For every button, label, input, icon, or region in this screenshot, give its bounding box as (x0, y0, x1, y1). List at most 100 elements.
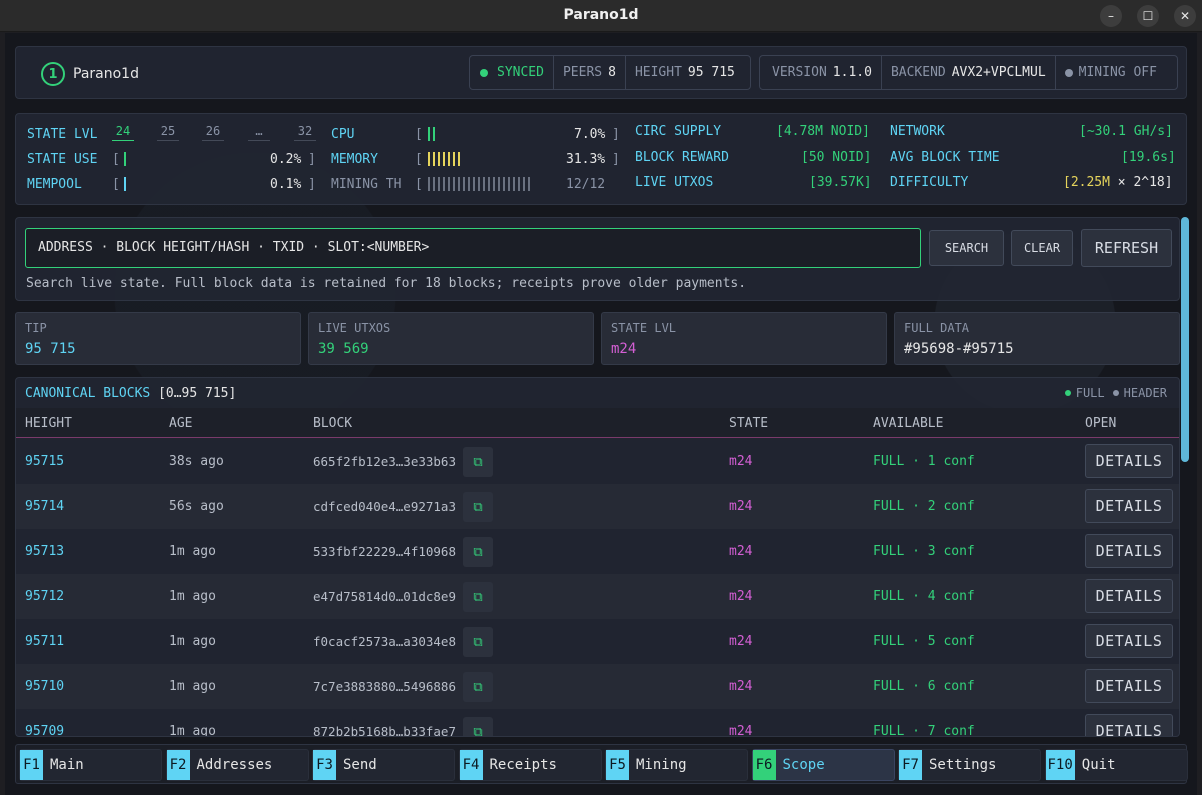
level-tab-25[interactable]: 25 (157, 124, 179, 141)
level-tab-32[interactable]: 32 (294, 124, 316, 141)
blocks-legend: FULL HEADER (1057, 386, 1167, 400)
brand: 1 Parano1d (41, 62, 139, 86)
stats-panel: STATE LVL 24 25 26 … 32 STATE USE [ 0.2%… (15, 113, 1187, 205)
search-input[interactable]: ADDRESS · BLOCK HEIGHT/HASH · TXID · SLO… (25, 228, 921, 268)
version-label: VERSION (772, 65, 827, 80)
minimize-icon[interactable]: – (1100, 5, 1122, 27)
app-header: 1 Parano1d SYNCED PEERS 8 HEIGHT 95 715 … (15, 46, 1187, 99)
table-row[interactable]: 95709 1m ago 872b2b5168b…b33fae7 m24 FULL · … (16, 709, 1179, 737)
col-height[interactable]: HEIGHT (25, 416, 72, 431)
state-use-bar (124, 152, 126, 168)
mining-th-value: 12/12 (566, 177, 606, 192)
col-available[interactable]: AVAILABLE (873, 416, 943, 431)
fkey-label: Scope (782, 757, 825, 773)
fkey-settings[interactable]: F7 Settings (898, 749, 1041, 781)
block-height[interactable]: 95711 (25, 634, 64, 649)
memory-value: 31.3% (566, 152, 606, 167)
maximize-icon[interactable]: ☐ (1137, 5, 1159, 27)
mining-dot-icon (1064, 68, 1073, 77)
circ-supply-value: [4.78M NOID] (776, 124, 870, 139)
fkey-addresses[interactable]: F2 Addresses (165, 749, 309, 781)
search-button[interactable]: SEARCH (929, 230, 1004, 266)
copy-hash-icon[interactable]: ⧉ (463, 627, 493, 657)
mempool-bracket-close: ] (308, 177, 316, 192)
fkey-label: Main (50, 757, 84, 773)
fkey-send[interactable]: F3 Send (312, 749, 455, 781)
mempool-bar (124, 177, 126, 193)
brand-name: Parano1d (73, 66, 139, 82)
live-utxos-tile: LIVE UTXOS 39 569 (308, 312, 594, 365)
level-tab-26[interactable]: 26 (202, 124, 224, 141)
block-height[interactable]: 95713 (25, 544, 64, 559)
table-row[interactable]: 95714 56s ago cdfced040e4…e9271a3 m24 FULL ·… (16, 484, 1179, 529)
refresh-button[interactable]: REFRESH (1081, 229, 1172, 267)
table-row[interactable]: 95712 1m ago e47d75814d0…01dc8e9 m24 FULL · … (16, 574, 1179, 619)
block-availability: FULL · 3 conf (873, 544, 975, 559)
peers-value: 8 (608, 65, 616, 80)
details-button[interactable]: DETAILS (1085, 669, 1173, 703)
block-height[interactable]: 95710 (25, 679, 64, 694)
block-hash: cdfced040e4…e9271a3 (313, 499, 456, 514)
fkey-receipts[interactable]: F4 Receipts (458, 749, 602, 781)
copy-hash-icon[interactable]: ⧉ (463, 492, 493, 522)
fkey-quit[interactable]: F10 Quit (1044, 749, 1188, 781)
mempool-bracket-open: [ (112, 177, 120, 192)
full-data-label: FULL DATA (904, 321, 970, 335)
block-hash: 533fbf22229…4f10968 (313, 544, 456, 559)
fkey-mining[interactable]: F5 Mining (605, 749, 748, 781)
tip-value: 95 715 (25, 341, 76, 357)
difficulty-value: [2.25M × 2^18] (1063, 175, 1173, 190)
fkey-main[interactable]: F1 Main (19, 749, 162, 781)
details-button[interactable]: DETAILS (1085, 534, 1173, 568)
scrollbar-thumb[interactable] (1181, 217, 1189, 462)
cpu-bracket-open: [ (415, 127, 423, 142)
header-dot-icon (1112, 390, 1119, 396)
mining-th-bracket-open: [ (415, 177, 423, 192)
close-icon[interactable]: ✕ (1174, 5, 1196, 27)
block-availability: FULL · 2 conf (873, 499, 975, 514)
details-button[interactable]: DETAILS (1085, 444, 1173, 478)
copy-hash-icon[interactable]: ⧉ (463, 672, 493, 702)
version-value: 1.1.0 (832, 65, 872, 80)
table-row[interactable]: 95710 1m ago 7c7e3883880…5496886 m24 FULL · … (16, 664, 1179, 709)
table-row[interactable]: 95713 1m ago 533fbf22229…4f10968 m24 FULL · … (16, 529, 1179, 574)
block-age: 1m ago (169, 589, 216, 604)
fkey-code: F1 (20, 750, 43, 780)
block-height[interactable]: 95715 (25, 454, 64, 469)
col-age[interactable]: AGE (169, 416, 192, 431)
fkey-label: Quit (1081, 757, 1116, 773)
fkey-label: Settings (929, 757, 997, 773)
block-availability: FULL · 7 conf (873, 724, 975, 737)
fkey-code: F6 (752, 750, 776, 780)
block-height[interactable]: 95709 (25, 724, 64, 736)
block-height[interactable]: 95714 (25, 499, 64, 514)
fkey-scope[interactable]: F6 Scope (751, 749, 895, 781)
legend-header: HEADER (1123, 386, 1167, 400)
details-button[interactable]: DETAILS (1085, 489, 1173, 523)
memory-bracket-close: ] (612, 152, 620, 167)
network-label: NETWORK (890, 124, 945, 139)
search-panel: ADDRESS · BLOCK HEIGHT/HASH · TXID · SLO… (15, 217, 1180, 301)
mining-th-label: MINING TH (331, 177, 402, 192)
block-state: m24 (729, 634, 753, 649)
copy-hash-icon[interactable]: ⧉ (463, 717, 493, 736)
details-button[interactable]: DETAILS (1085, 714, 1173, 736)
block-height[interactable]: 95712 (25, 589, 64, 604)
peers-count: PEERS 8 (554, 56, 626, 89)
copy-hash-icon[interactable]: ⧉ (463, 582, 493, 612)
col-block[interactable]: BLOCK (313, 416, 352, 431)
details-button[interactable]: DETAILS (1085, 624, 1173, 658)
copy-hash-icon[interactable]: ⧉ (463, 447, 493, 477)
table-row[interactable]: 95715 38s ago 665f2fb12e3…3e33b63 m24 FULL ·… (16, 439, 1179, 484)
circ-supply-label: CIRC SUPPLY (635, 124, 722, 139)
table-row[interactable]: 95711 1m ago f0cacf2573a…a3034e8 m24 FULL · … (16, 619, 1179, 664)
level-tab-24[interactable]: 24 (112, 124, 134, 141)
col-state[interactable]: STATE (729, 416, 768, 431)
block-reward-value: [50 NOID] (801, 150, 872, 165)
clear-button[interactable]: CLEAR (1011, 230, 1073, 266)
details-button[interactable]: DETAILS (1085, 579, 1173, 613)
mempool-label: MEMPOOL (27, 177, 82, 192)
block-availability: FULL · 5 conf (873, 634, 975, 649)
copy-hash-icon[interactable]: ⧉ (463, 537, 493, 567)
fkey-label: Mining (636, 757, 687, 773)
